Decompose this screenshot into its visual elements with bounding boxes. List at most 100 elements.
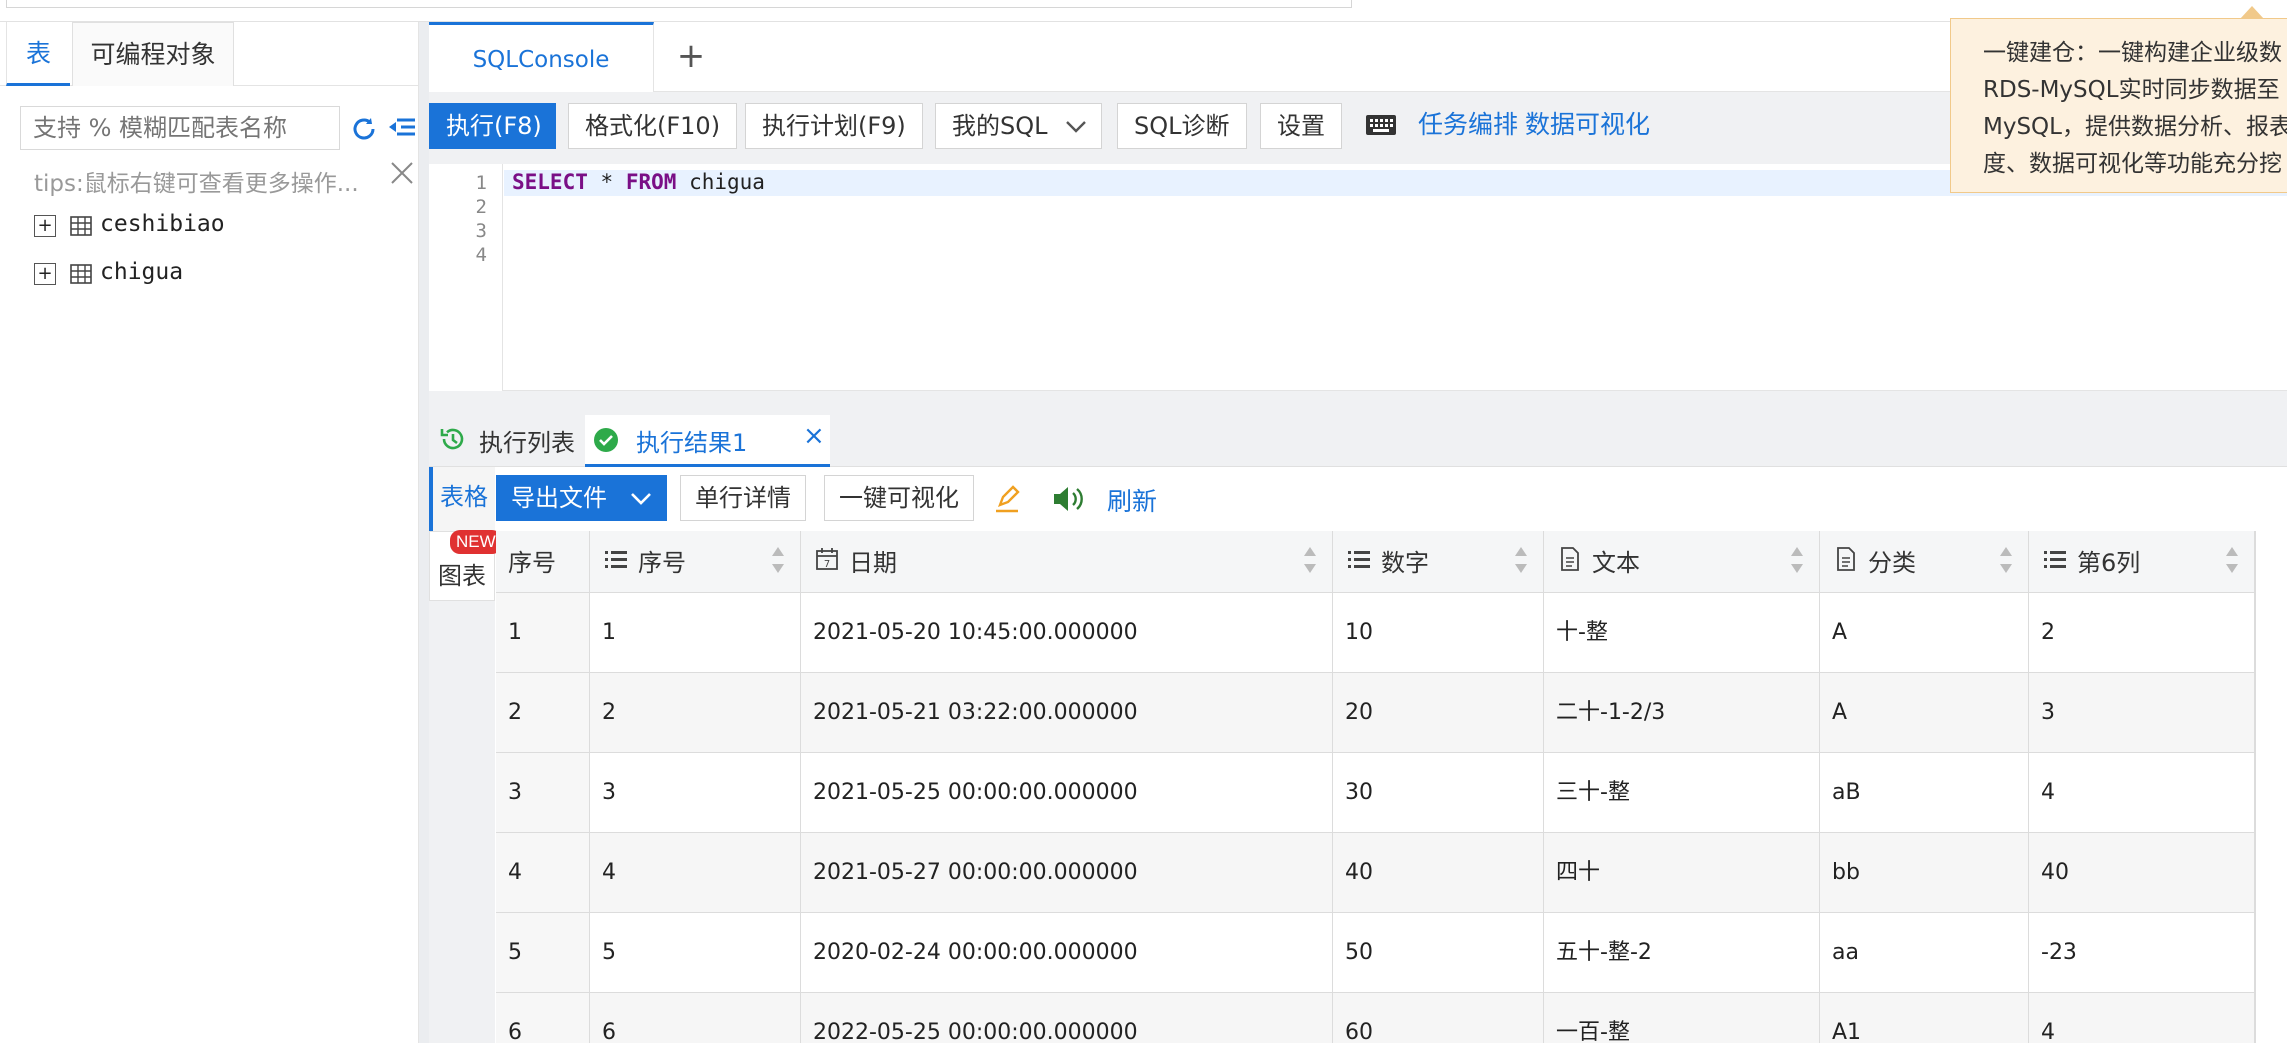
collapse-icon[interactable] (386, 112, 418, 144)
close-tips-icon[interactable] (386, 160, 418, 192)
expand-icon[interactable]: + (34, 215, 56, 237)
svg-text:7: 7 (824, 559, 830, 570)
table-cell[interactable]: aB (1820, 753, 2029, 833)
sql-diagnose-button[interactable]: SQL诊断 (1117, 103, 1247, 149)
tab-tables[interactable]: 表 (6, 22, 70, 86)
table-cell[interactable]: 1 (590, 593, 801, 673)
execute-button[interactable]: 执行(F8) (429, 103, 556, 149)
column-header[interactable]: 7 日期 (801, 531, 1333, 593)
row-number-cell[interactable]: 2 (496, 673, 590, 753)
row-number-cell[interactable]: 5 (496, 913, 590, 993)
table-cell[interactable]: A (1820, 593, 2029, 673)
row-detail-button[interactable]: 单行详情 (680, 475, 806, 521)
close-result-tab-icon[interactable]: × (803, 421, 825, 451)
table-cell[interactable]: 五十-整-2 (1544, 913, 1820, 993)
table-cell[interactable]: 50 (1333, 913, 1544, 993)
table-cell[interactable]: 5 (590, 913, 801, 993)
table-cell[interactable]: 2022-05-25 00:00:00.000000 (801, 993, 1333, 1043)
speaker-icon[interactable] (1051, 483, 1085, 515)
chevron-down-icon (1066, 121, 1086, 133)
table-cell[interactable]: 2021-05-21 03:22:00.000000 (801, 673, 1333, 753)
history-icon[interactable] (437, 423, 469, 455)
table-cell[interactable]: 6 (590, 993, 801, 1043)
tooltip-arrow (2240, 6, 2264, 19)
result-toolbar: 表格 导出文件 单行详情 一键可视化 刷新 (429, 467, 2287, 531)
table-cell[interactable]: 60 (1333, 993, 1544, 1043)
refresh-icon[interactable] (348, 114, 380, 146)
sort-icon[interactable] (770, 545, 786, 575)
table-cell[interactable]: 3 (2029, 673, 2255, 753)
column-header[interactable]: 文本 (1544, 531, 1820, 593)
refresh-link[interactable]: 刷新 (1107, 482, 1157, 518)
row-number-cell[interactable]: 4 (496, 833, 590, 913)
table-cell[interactable]: A1 (1820, 993, 2029, 1043)
my-sql-dropdown[interactable]: 我的SQL (935, 103, 1102, 149)
table-cell[interactable]: 2020-02-24 00:00:00.000000 (801, 913, 1333, 993)
keyboard-icon[interactable] (1365, 113, 1397, 137)
table-cell[interactable]: 三十-整 (1544, 753, 1820, 833)
table-cell[interactable]: 2021-05-25 00:00:00.000000 (801, 753, 1333, 833)
sort-icon[interactable] (1998, 545, 2014, 575)
expand-icon[interactable]: + (34, 263, 56, 285)
grid-left-gutter (429, 601, 495, 1043)
sql-editor[interactable]: 1 2 3 4 SELECT * FROM chigua (429, 164, 2287, 391)
table-cell[interactable]: 20 (1333, 673, 1544, 753)
format-button[interactable]: 格式化(F10) (568, 103, 738, 149)
tooltip-line: 度、数据可视化等功能充分挖 (1983, 151, 2282, 177)
table-cell[interactable]: 4 (2029, 993, 2255, 1043)
column-header[interactable]: 第6列 (2029, 531, 2255, 593)
task-schedule-link[interactable]: 任务编排 (1418, 103, 1518, 149)
execution-plan-button[interactable]: 执行计划(F9) (745, 103, 923, 149)
export-file-button[interactable]: 导出文件 (496, 475, 667, 521)
table-search-input[interactable] (20, 106, 340, 150)
row-number-cell[interactable]: 6 (496, 993, 590, 1043)
table-cell[interactable]: 4 (2029, 753, 2255, 833)
tab-result-1[interactable]: 执行结果1 × (585, 415, 830, 467)
table-cell[interactable]: 2 (590, 673, 801, 753)
panel-splitter[interactable] (419, 22, 429, 1043)
column-header[interactable]: 分类 (1820, 531, 2029, 593)
result-grid[interactable]: 序号 1 2 3 4 5 6 序号 1 2 3 4 5 6 7 日期 2021-05-20 10:45:00.0… (496, 531, 2255, 1043)
text-document-icon (1558, 547, 1582, 571)
table-view-tab[interactable]: 表格 (429, 467, 495, 531)
row-number-cell[interactable]: 3 (496, 753, 590, 833)
settings-button[interactable]: 设置 (1260, 103, 1342, 149)
row-number-cell[interactable]: 1 (496, 593, 590, 673)
table-cell[interactable]: aa (1820, 913, 2029, 993)
table-cell[interactable]: 40 (1333, 833, 1544, 913)
table-cell[interactable]: bb (1820, 833, 2029, 913)
table-cell[interactable]: 2 (2029, 593, 2255, 673)
sql-code-line[interactable]: SELECT * FROM chigua (512, 170, 765, 194)
edit-icon[interactable] (992, 483, 1022, 515)
table-cell[interactable]: 一百-整 (1544, 993, 1820, 1043)
add-tab-button[interactable]: + (669, 34, 713, 78)
table-cell[interactable]: 2021-05-20 10:45:00.000000 (801, 593, 1333, 673)
table-cell[interactable]: 30 (1333, 753, 1544, 833)
table-cell[interactable]: 十-整 (1544, 593, 1820, 673)
data-visualization-link[interactable]: 数据可视化 (1525, 103, 1650, 149)
table-cell[interactable]: -23 (2029, 913, 2255, 993)
table-cell[interactable]: 40 (2029, 833, 2255, 913)
sql-keyword: SELECT (512, 170, 588, 194)
table-cell[interactable]: 2021-05-27 00:00:00.000000 (801, 833, 1333, 913)
table-cell[interactable]: 3 (590, 753, 801, 833)
sort-icon[interactable] (1513, 545, 1529, 575)
tab-execution-list[interactable]: 执行列表 (479, 423, 575, 458)
table-cell[interactable]: 二十-1-2/3 (1544, 673, 1820, 753)
tab-programmable-objects[interactable]: 可编程对象 (72, 22, 234, 86)
column-header[interactable]: 序号 (496, 531, 590, 593)
sort-icon[interactable] (1789, 545, 1805, 575)
table-cell[interactable]: A (1820, 673, 2029, 753)
sort-icon[interactable] (1302, 545, 1318, 575)
table-cell[interactable]: 4 (590, 833, 801, 913)
column-header[interactable]: 序号 (590, 531, 801, 593)
sql-star: * (600, 170, 614, 194)
table-name[interactable]: chigua (100, 259, 183, 285)
sort-icon[interactable] (2224, 545, 2240, 575)
one-click-visualize-button[interactable]: 一键可视化 (824, 475, 974, 521)
tab-sqlconsole[interactable]: SQLConsole (429, 22, 654, 92)
table-cell[interactable]: 10 (1333, 593, 1544, 673)
table-cell[interactable]: 四十 (1544, 833, 1820, 913)
table-name[interactable]: ceshibiao (100, 211, 225, 237)
column-header[interactable]: 数字 (1333, 531, 1544, 593)
